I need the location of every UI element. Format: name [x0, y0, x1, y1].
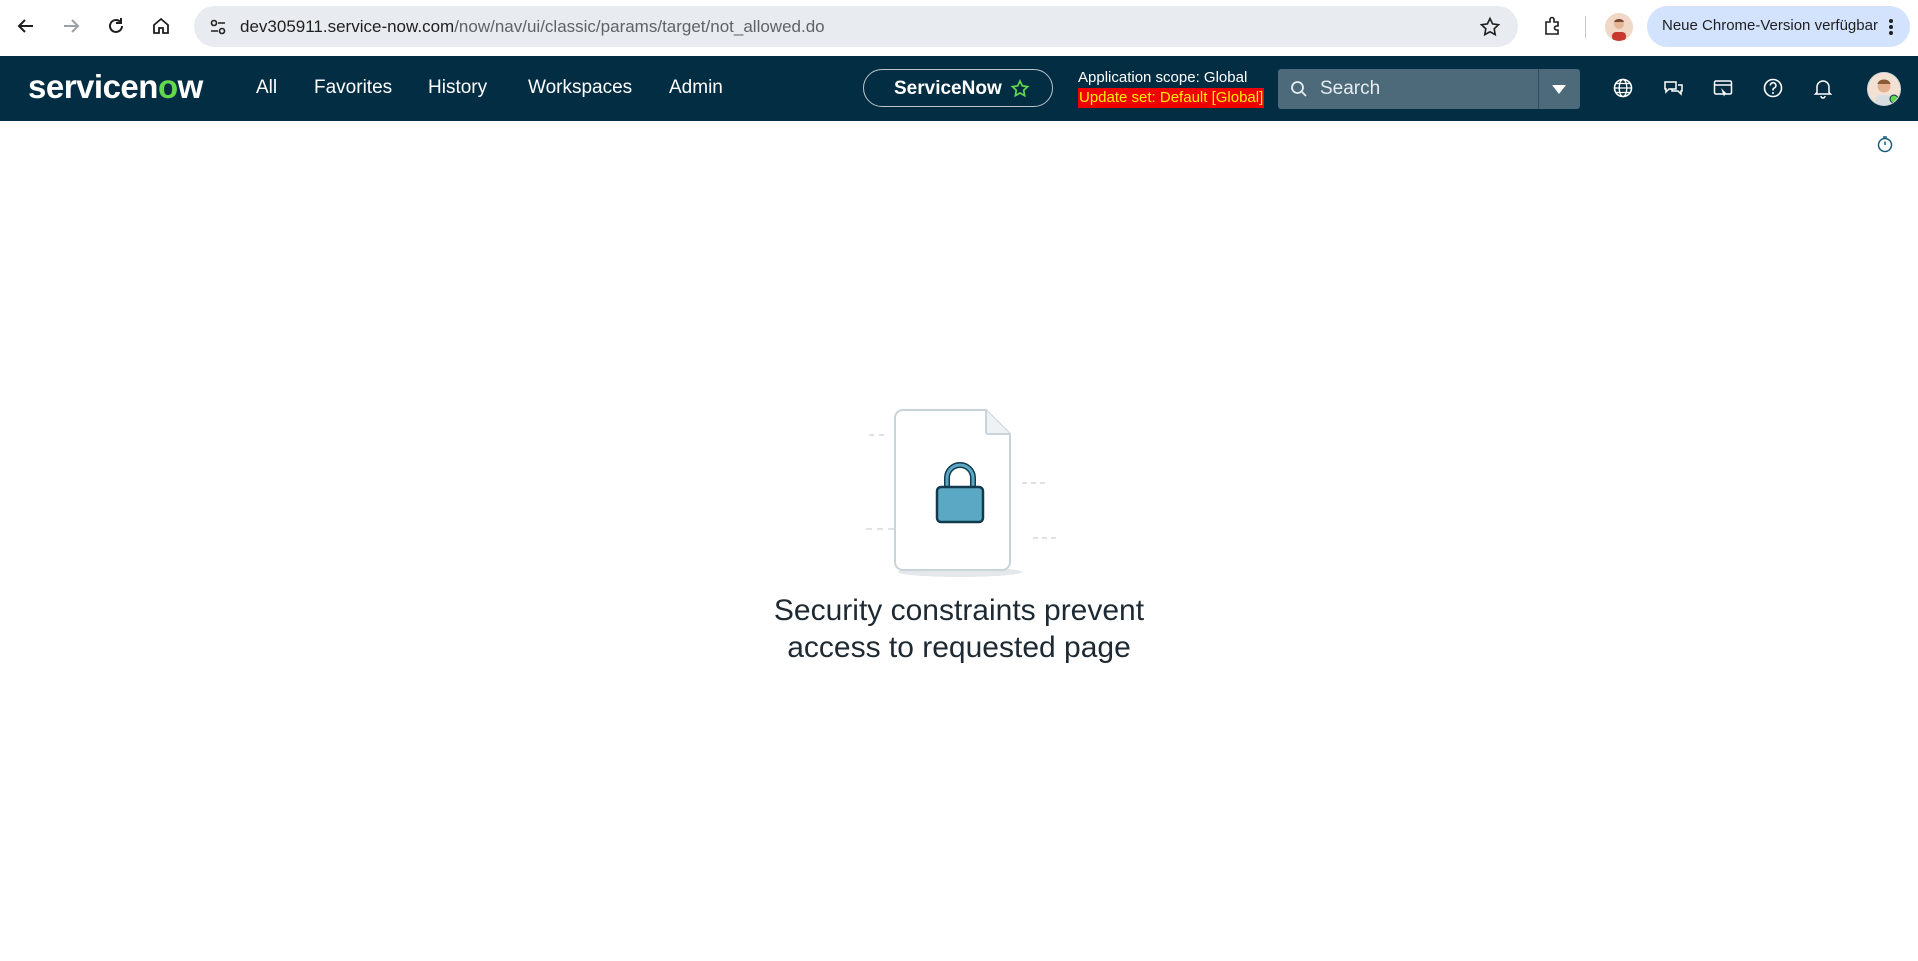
address-bar[interactable]: dev305911.service-now.com/now/nav/ui/cla…: [194, 6, 1518, 47]
browser-toolbar: dev305911.service-now.com/now/nav/ui/cla…: [0, 0, 1918, 56]
url-host: dev305911.service-now.com: [240, 17, 455, 36]
application-scope[interactable]: Application scope: Global: [1078, 69, 1247, 86]
instance-pill[interactable]: ServiceNow: [863, 69, 1053, 107]
instance-label: ServiceNow: [894, 78, 1002, 99]
menu-all[interactable]: All: [256, 77, 277, 99]
globe-icon[interactable]: [1610, 75, 1636, 101]
servicenow-header: servicenow All Favorites History Workspa…: [0, 56, 1918, 121]
toolbar-divider: [1585, 16, 1586, 38]
home-icon[interactable]: [145, 10, 177, 42]
reload-icon[interactable]: [100, 10, 132, 42]
error-message: Security constraints prevent access to r…: [659, 592, 1259, 666]
locked-document-illustration: [860, 402, 1060, 582]
bell-icon[interactable]: [1810, 75, 1836, 101]
menu-admin[interactable]: Admin: [669, 77, 723, 99]
chrome-update-button[interactable]: Neue Chrome-Version verfügbar: [1647, 6, 1910, 47]
url-path: /now/nav/ui/classic/params/target/not_al…: [454, 17, 825, 36]
extensions-icon[interactable]: [1537, 10, 1569, 42]
timer-icon[interactable]: [1876, 135, 1894, 158]
search-divider: [1538, 69, 1539, 109]
search-icon: [1291, 81, 1307, 97]
logo-text-prefix: servicen: [28, 68, 158, 105]
help-icon[interactable]: [1760, 75, 1786, 101]
chat-icon[interactable]: [1660, 75, 1686, 101]
logo-text-suffix: w: [177, 68, 204, 105]
error-message-line2: access to requested page: [787, 631, 1131, 664]
servicenow-logo[interactable]: servicenow: [28, 68, 203, 106]
avatar[interactable]: [1867, 72, 1901, 106]
dropdown-icon[interactable]: [1552, 85, 1566, 94]
url-text: dev305911.service-now.com/now/nav/ui/cla…: [240, 17, 825, 37]
menu-history[interactable]: History: [428, 77, 487, 99]
logo-text-o: o: [157, 68, 178, 105]
lock-icon: [933, 458, 987, 531]
global-search[interactable]: Search: [1278, 69, 1580, 109]
forward-icon[interactable]: [55, 10, 87, 42]
profile-icon[interactable]: [1605, 13, 1633, 41]
chrome-update-label: Neue Chrome-Version verfügbar: [1662, 17, 1878, 34]
bookmark-star-icon[interactable]: [1479, 16, 1501, 43]
error-message-line1: Security constraints prevent: [773, 594, 1145, 627]
site-info-icon[interactable]: [208, 17, 228, 42]
more-icon[interactable]: [1888, 18, 1894, 36]
update-set[interactable]: Update set: Default [Global]: [1078, 88, 1265, 108]
menu-workspaces[interactable]: Workspaces: [528, 77, 632, 99]
screen-icon[interactable]: [1710, 75, 1736, 101]
back-icon[interactable]: [10, 10, 42, 42]
search-input[interactable]: Search: [1320, 78, 1380, 100]
favorite-star-icon[interactable]: [1010, 79, 1030, 99]
menu-favorites[interactable]: Favorites: [314, 77, 392, 99]
